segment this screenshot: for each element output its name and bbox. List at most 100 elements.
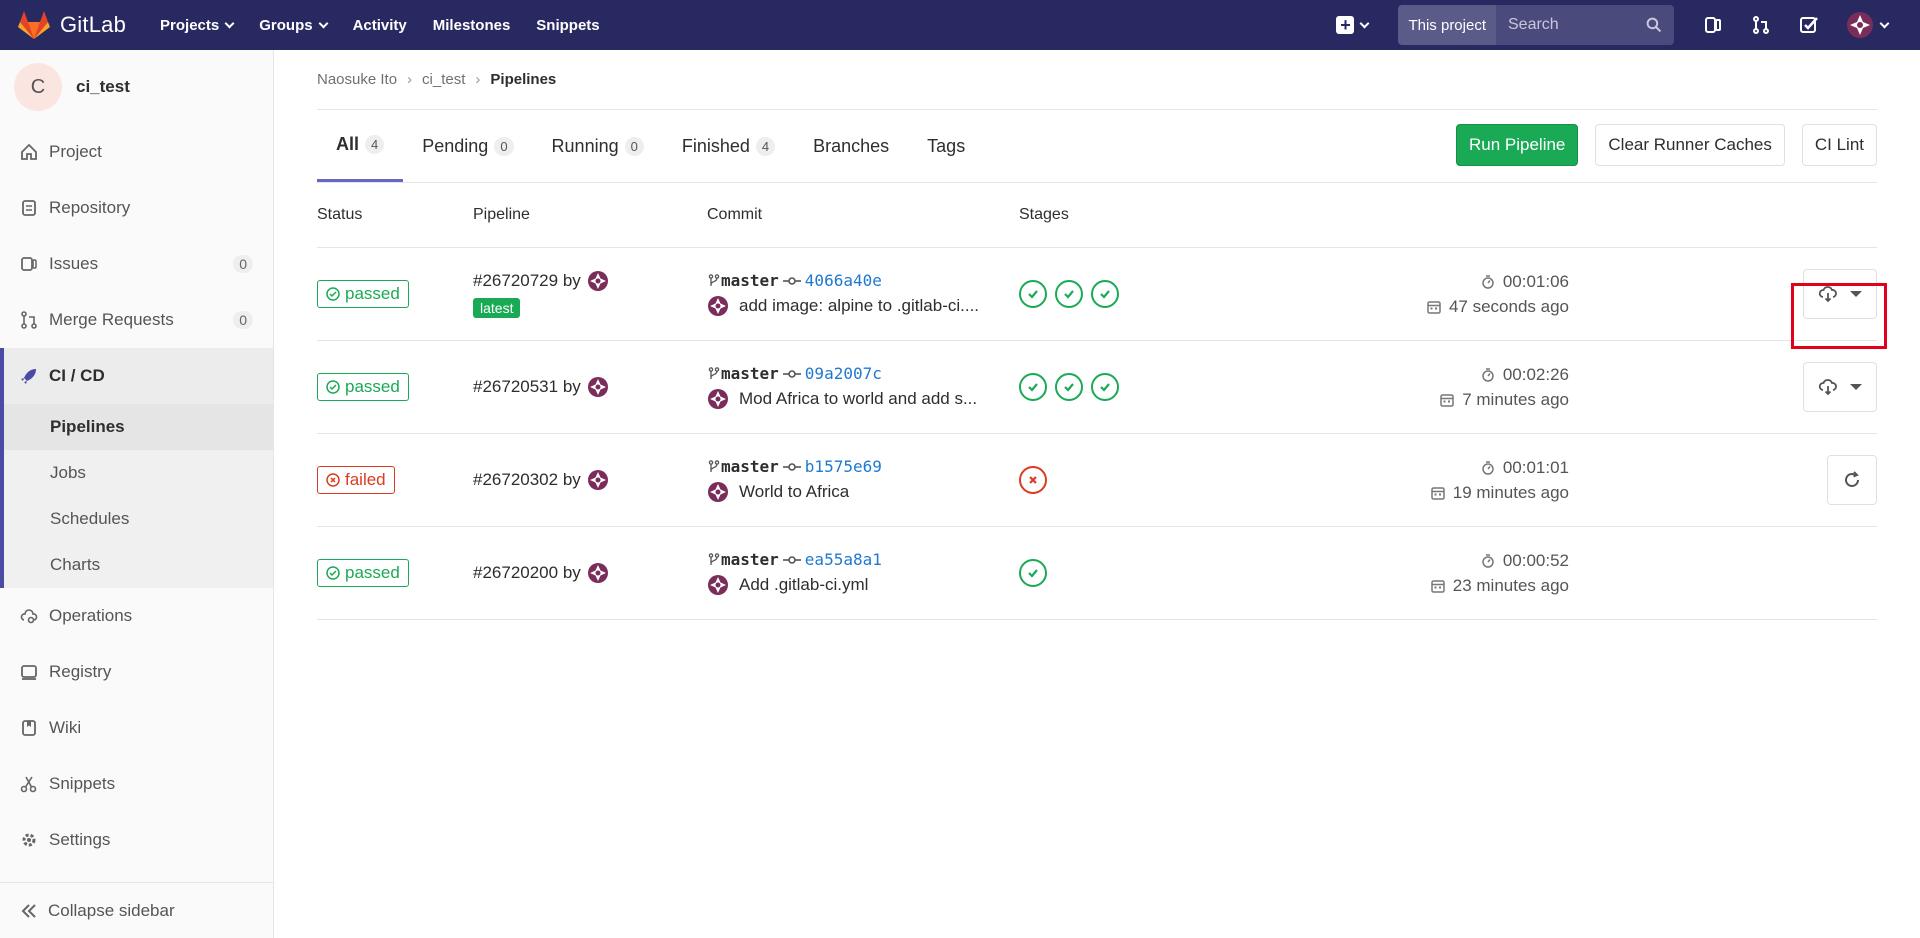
pipeline-id-link[interactable]: #26720200 <box>473 563 558 583</box>
user-avatar-icon[interactable] <box>587 270 609 292</box>
new-dropdown[interactable]: + <box>1336 16 1370 34</box>
sidebar-toggle-icon[interactable] <box>1702 14 1724 36</box>
stage-success-icon[interactable] <box>1055 373 1083 401</box>
sidebar-item-settings[interactable]: Settings <box>0 812 273 868</box>
sidebar-item-operations[interactable]: Operations <box>0 588 273 644</box>
nav-groups-label: Groups <box>259 16 313 34</box>
search-scope[interactable]: This project <box>1398 5 1496 45</box>
user-avatar-icon[interactable] <box>707 574 729 596</box>
status-badge[interactable]: passed <box>317 373 409 401</box>
stage-success-icon[interactable] <box>1091 280 1119 308</box>
breadcrumb-current[interactable]: Pipelines <box>490 71 556 88</box>
status-passed-icon <box>326 380 340 394</box>
commit-message-link[interactable]: Add .gitlab-ci.yml <box>739 575 868 595</box>
issues-icon <box>21 257 37 271</box>
stage-success-icon[interactable] <box>1019 373 1047 401</box>
nav-activity[interactable]: Activity <box>353 17 407 34</box>
sidebar-item-ci-cd[interactable]: CI / CD <box>4 348 273 404</box>
branch-link[interactable]: master <box>721 457 779 476</box>
nav-projects[interactable]: Projects <box>160 17 235 34</box>
collapse-sidebar-button[interactable]: Collapse sidebar <box>0 882 273 938</box>
ci-lint-button[interactable]: CI Lint <box>1801 124 1877 166</box>
pipeline-tabs: All 4 Pending 0 Running 0 Finished 4 Branche… <box>317 110 1877 183</box>
stage-success-icon[interactable] <box>1091 373 1119 401</box>
brand-name: GitLab <box>60 12 127 37</box>
calendar-icon <box>1440 393 1454 407</box>
tab-all[interactable]: All 4 <box>317 110 404 182</box>
user-avatar-icon[interactable] <box>587 469 609 491</box>
user-avatar-icon[interactable] <box>587 376 609 398</box>
nav-groups[interactable]: Groups <box>259 16 329 34</box>
nav-snippets[interactable]: Snippets <box>536 17 599 34</box>
duration: 00:00:52 <box>1502 550 1569 570</box>
nav-milestones[interactable]: Milestones <box>433 17 511 34</box>
stage-success-icon[interactable] <box>1019 559 1047 587</box>
breadcrumb-owner[interactable]: Naosuke Ito <box>317 71 397 88</box>
search-input[interactable] <box>1508 16 1638 34</box>
sidebar-item-merge-requests[interactable]: Merge Requests 0 <box>0 292 273 348</box>
sidebar-item-snippets[interactable]: Snippets <box>0 756 273 812</box>
tab-running[interactable]: Running 0 <box>533 110 663 182</box>
sidebar-subitem-charts[interactable]: Charts <box>4 542 273 588</box>
pipeline-id-link[interactable]: #26720302 <box>473 470 558 490</box>
status-passed-icon <box>326 287 340 301</box>
run-pipeline-button[interactable]: Run Pipeline <box>1455 124 1579 166</box>
retry-button[interactable] <box>1827 455 1877 505</box>
tab-count-badge: 0 <box>624 136 644 156</box>
branch-link[interactable]: master <box>721 364 779 383</box>
tab-tags[interactable]: Tags <box>908 110 984 182</box>
commit-sha-link[interactable]: 4066a40e <box>805 271 882 290</box>
sidebar-subitem-schedules[interactable]: Schedules <box>4 496 273 542</box>
stage-success-icon[interactable] <box>1055 280 1083 308</box>
sidebar-item-registry[interactable]: Registry <box>0 644 273 700</box>
plus-icon: + <box>1336 16 1355 34</box>
pipeline-id-link[interactable]: #26720531 <box>473 377 558 397</box>
project-header[interactable]: C ci_test <box>0 50 273 124</box>
stage-failed-icon[interactable] <box>1019 466 1047 494</box>
breadcrumb-project[interactable]: ci_test <box>422 71 465 88</box>
commit-cell: master b1575e69 World to Africa <box>707 457 1019 503</box>
commit-sha-link[interactable]: ea55a8a1 <box>805 550 882 569</box>
timer-icon <box>1482 274 1494 289</box>
commit-message-link[interactable]: World to Africa <box>739 482 849 502</box>
merge-requests-icon[interactable] <box>1750 14 1772 36</box>
status-badge[interactable]: passed <box>317 280 409 308</box>
sidebar-item-issues[interactable]: Issues 0 <box>0 236 273 292</box>
commit-icon <box>782 462 801 471</box>
sidebar-item-wiki[interactable]: Wiki <box>0 700 273 756</box>
tab-finished[interactable]: Finished 4 <box>663 110 794 182</box>
sidebar-item-project[interactable]: Project <box>0 124 273 180</box>
user-avatar-icon[interactable] <box>707 481 729 503</box>
stages-cell <box>1019 559 1319 587</box>
commit-sha-link[interactable]: 09a2007c <box>805 364 882 383</box>
user-menu[interactable] <box>1846 11 1890 39</box>
calendar-icon <box>1431 579 1445 593</box>
clear-runner-caches-button[interactable]: Clear Runner Caches <box>1595 124 1785 166</box>
commit-sha-link[interactable]: b1575e69 <box>805 457 882 476</box>
branch-link[interactable]: master <box>721 271 779 290</box>
pipeline-cell: #26720531 by <box>473 376 707 398</box>
status-badge[interactable]: passed <box>317 559 409 587</box>
commit-icon <box>782 555 801 564</box>
status-badge[interactable]: failed <box>317 466 395 494</box>
commit-message-link[interactable]: add image: alpine to .gitlab-ci.... <box>739 296 979 316</box>
user-avatar-icon[interactable] <box>587 562 609 584</box>
scissors-icon <box>20 776 37 793</box>
gitlab-logo[interactable]: GitLab <box>18 10 126 40</box>
timer-icon <box>1482 460 1494 475</box>
todos-icon[interactable] <box>1798 14 1820 36</box>
sidebar-subitem-jobs[interactable]: Jobs <box>4 450 273 496</box>
commit-message-link[interactable]: Mod Africa to world and add s... <box>739 389 977 409</box>
artifacts-download-dropdown[interactable] <box>1803 362 1877 412</box>
actions-cell <box>1791 269 1887 349</box>
sidebar-item-repository[interactable]: Repository <box>0 180 273 236</box>
tab-pending[interactable]: Pending 0 <box>403 110 532 182</box>
status-failed-icon <box>326 473 340 487</box>
branch-link[interactable]: master <box>721 550 779 569</box>
user-avatar-icon[interactable] <box>707 388 729 410</box>
tab-branches[interactable]: Branches <box>794 110 908 182</box>
pipeline-id-link[interactable]: #26720729 <box>473 271 558 291</box>
stage-success-icon[interactable] <box>1019 280 1047 308</box>
user-avatar-icon[interactable] <box>707 295 729 317</box>
sidebar-subitem-pipelines[interactable]: Pipelines <box>4 404 273 450</box>
